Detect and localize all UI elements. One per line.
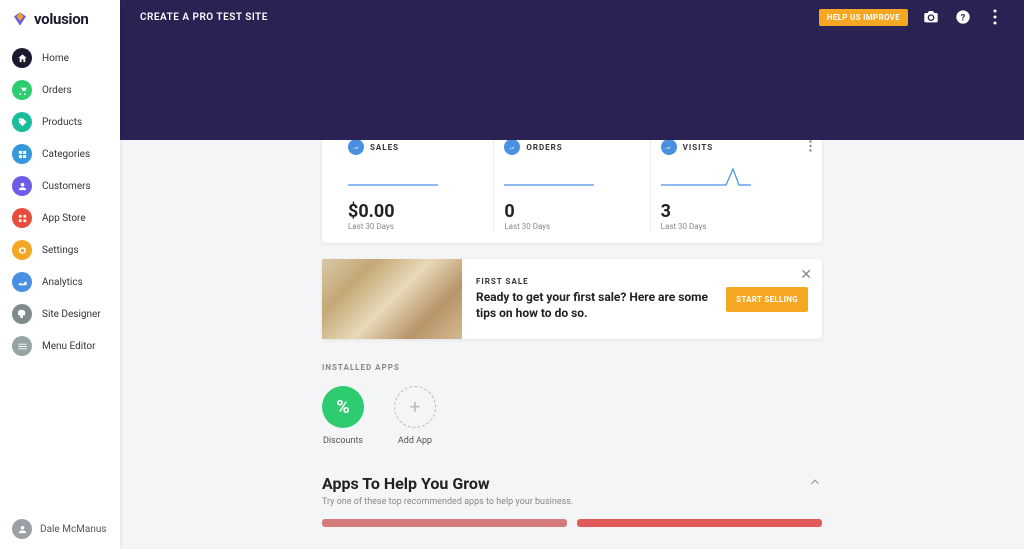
stat-label: ORDERS (526, 143, 562, 152)
stat-value: $0.00 (348, 201, 483, 222)
topbar: CREATE A PRO TEST SITE HELP US IMPROVE ? (120, 0, 1024, 140)
nav-label: Orders (42, 85, 72, 96)
svg-text:?: ? (961, 12, 966, 23)
first-sale-image (322, 259, 462, 339)
close-icon[interactable]: ✕ (800, 267, 812, 283)
sidebar: volusion Home Orders Products Categories… (0, 0, 120, 549)
orders-icon (504, 139, 520, 155)
avatar (12, 519, 32, 539)
nav-label: Customers (42, 181, 91, 192)
stat-sales: SALES $0.00 Last 30 Days (338, 139, 493, 231)
brand-name: volusion (34, 10, 88, 28)
nav-customers[interactable]: Customers (0, 170, 120, 202)
installed-apps-row: % Discounts + Add App (322, 386, 822, 446)
installed-apps-label: INSTALLED APPS (322, 363, 822, 372)
nav-label: Home (42, 53, 69, 64)
grid-icon (12, 144, 32, 164)
nav-label: App Store (42, 213, 86, 224)
nav-label: Site Designer (42, 309, 101, 320)
discounts-icon: % (322, 386, 364, 428)
app-label: Add App (398, 436, 432, 446)
menu-icon (12, 336, 32, 356)
app-discounts[interactable]: % Discounts (322, 386, 364, 446)
visits-sparkline (661, 163, 751, 189)
stat-period: Last 30 Days (348, 222, 483, 231)
nav-label: Categories (42, 149, 90, 160)
topbar-actions: HELP US IMPROVE ? (819, 8, 1004, 26)
first-sale-kicker: FIRST SALE (476, 277, 714, 286)
brush-icon (12, 304, 32, 324)
grow-subtitle: Try one of these top recommended apps to… (322, 497, 822, 507)
grow-cards (322, 519, 822, 527)
nav-settings[interactable]: Settings (0, 234, 120, 266)
nav-label: Menu Editor (42, 341, 95, 352)
chart-icon (12, 272, 32, 292)
stat-value: 0 (504, 201, 639, 222)
nav-home[interactable]: Home (0, 42, 120, 74)
volusion-logo-icon (12, 11, 28, 27)
stat-period: Last 30 Days (661, 222, 796, 231)
help-improve-button[interactable]: HELP US IMPROVE (819, 9, 908, 26)
stat-value: 3 (661, 201, 796, 222)
sales-sparkline (348, 163, 438, 189)
nav-analytics[interactable]: Analytics (0, 266, 120, 298)
tag-icon (12, 112, 32, 132)
user-footer[interactable]: Dale McManus (0, 509, 120, 549)
nav-menueditor[interactable]: Menu Editor (0, 330, 120, 362)
nav-list: Home Orders Products Categories Customer… (0, 38, 120, 509)
nav-label: Settings (42, 245, 79, 256)
visits-icon (661, 139, 677, 155)
camera-icon[interactable] (922, 8, 940, 26)
brand-logo[interactable]: volusion (0, 0, 120, 38)
help-icon[interactable]: ? (954, 8, 972, 26)
first-sale-card: FIRST SALE Ready to get your first sale?… (322, 259, 822, 339)
grow-title: Apps To Help You Grow (322, 474, 490, 493)
app-label: Discounts (323, 436, 363, 446)
stats-card: SALES $0.00 Last 30 Days ORDERS 0 Last 3… (322, 127, 822, 243)
add-icon: + (394, 386, 436, 428)
gear-icon (12, 240, 32, 260)
nav-categories[interactable]: Categories (0, 138, 120, 170)
nav-sitedesigner[interactable]: Site Designer (0, 298, 120, 330)
chevron-up-icon[interactable] (808, 474, 822, 493)
user-name: Dale McManus (40, 524, 107, 535)
grow-card[interactable] (322, 519, 567, 527)
apps-icon (12, 208, 32, 228)
stat-label: VISITS (683, 143, 714, 152)
first-sale-title: Ready to get your first sale? Here are s… (476, 290, 714, 321)
nav-products[interactable]: Products (0, 106, 120, 138)
home-icon (12, 48, 32, 68)
nav-appstore[interactable]: App Store (0, 202, 120, 234)
grow-card[interactable] (577, 519, 822, 527)
cart-icon (12, 80, 32, 100)
app-add[interactable]: + Add App (394, 386, 436, 446)
stat-label: SALES (370, 143, 399, 152)
sales-icon (348, 139, 364, 155)
stat-orders: ORDERS 0 Last 30 Days (493, 139, 649, 231)
orders-sparkline (504, 163, 594, 189)
users-icon (12, 176, 32, 196)
nav-label: Analytics (42, 277, 83, 288)
nav-orders[interactable]: Orders (0, 74, 120, 106)
stat-visits: VISITS 3 Last 30 Days (650, 139, 806, 231)
more-icon[interactable] (986, 8, 1004, 26)
start-selling-button[interactable]: START SELLING (726, 287, 808, 312)
nav-label: Products (42, 117, 82, 128)
create-test-site-link[interactable]: CREATE A PRO TEST SITE (140, 12, 268, 23)
stat-period: Last 30 Days (504, 222, 639, 231)
